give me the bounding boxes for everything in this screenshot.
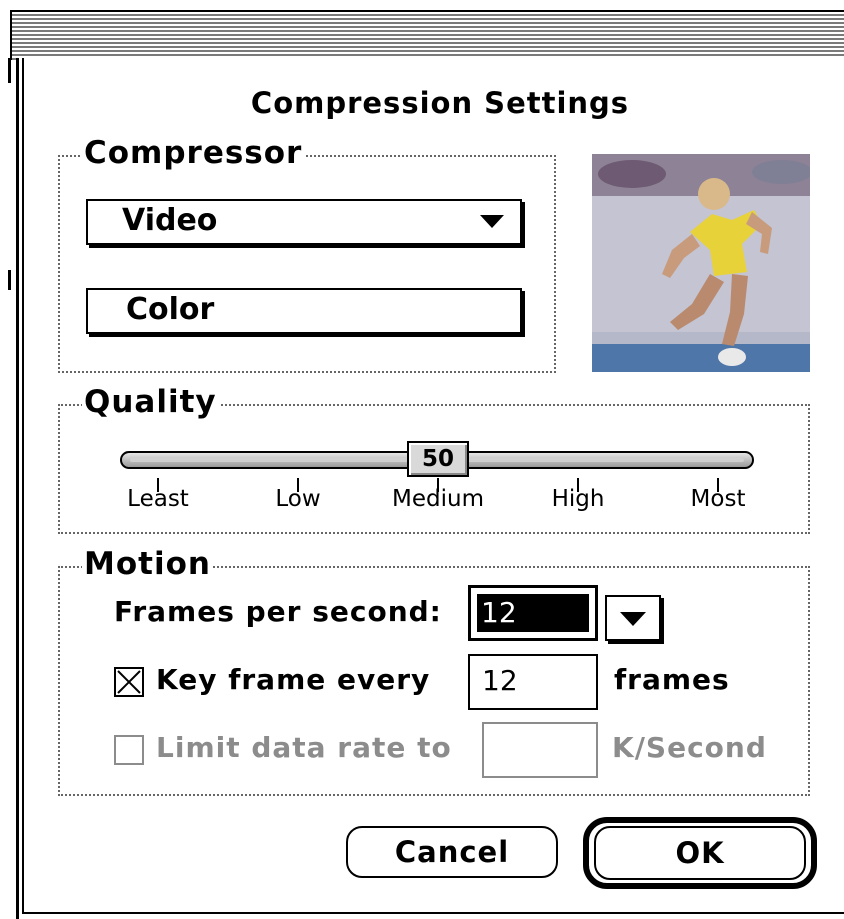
compressor-type-value: Video — [122, 203, 218, 238]
preview-picture — [592, 154, 810, 372]
compressor-depth-value: Color — [126, 292, 215, 327]
edge-mark — [8, 58, 11, 83]
fps-value: 12 — [477, 594, 589, 632]
quality-slider-thumb[interactable]: 50 — [407, 441, 469, 477]
limit-data-rate-unit: K/Second — [612, 731, 767, 764]
dialog-title: Compression Settings — [250, 86, 630, 120]
compressor-type-popup[interactable]: Video — [86, 199, 522, 245]
chevron-down-icon — [620, 612, 646, 626]
screen-edge — [0, 0, 11, 919]
quality-group-label: Quality — [82, 384, 219, 420]
quality-tick-label: High — [551, 486, 605, 512]
fps-field[interactable]: 12 — [468, 585, 598, 641]
preview-image — [592, 154, 810, 372]
quality-tick-label: Medium — [392, 486, 484, 512]
edge-mark — [8, 270, 11, 290]
window-title-bar[interactable] — [10, 10, 844, 60]
chevron-down-icon — [480, 215, 504, 228]
quality-tick-label: Low — [275, 486, 321, 512]
motion-group-label: Motion — [82, 546, 213, 582]
keyframe-unit: frames — [614, 663, 730, 696]
compressor-group — [58, 155, 556, 373]
compressor-depth-popup[interactable]: Color — [86, 288, 522, 334]
fps-popup-button[interactable] — [605, 595, 661, 641]
keyframe-checkbox[interactable] — [114, 667, 144, 697]
quality-tick-label: Least — [127, 486, 189, 512]
compressor-group-label: Compressor — [82, 135, 305, 171]
check-x-icon — [117, 670, 141, 694]
limit-data-rate-field[interactable] — [482, 722, 598, 778]
fps-label: Frames per second: — [114, 595, 442, 628]
limit-data-rate-label: Limit data rate to — [156, 731, 452, 764]
ok-button[interactable]: OK — [594, 826, 806, 880]
keyframe-label: Key frame every — [156, 663, 431, 696]
cancel-button[interactable]: Cancel — [346, 826, 558, 878]
keyframe-field[interactable]: 12 — [468, 654, 598, 710]
quality-tick-label: Most — [690, 486, 746, 512]
limit-data-rate-checkbox[interactable] — [114, 735, 144, 765]
